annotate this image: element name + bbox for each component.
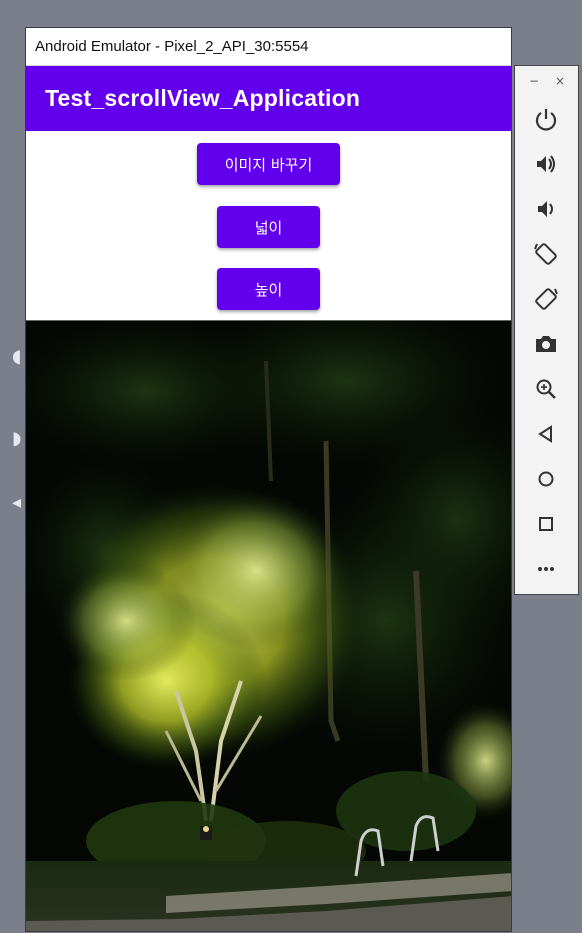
- emulator-toolbar: − ×: [514, 65, 579, 595]
- minimize-button[interactable]: −: [529, 74, 539, 88]
- volume-up-icon[interactable]: [531, 149, 561, 179]
- volume-down-icon[interactable]: [531, 194, 561, 224]
- back-icon[interactable]: [531, 419, 561, 449]
- overview-icon[interactable]: [531, 509, 561, 539]
- camera-icon[interactable]: [531, 329, 561, 359]
- window-title: Android Emulator - Pixel_2_API_30:5554: [35, 38, 309, 55]
- height-button[interactable]: 높이: [217, 268, 320, 310]
- garden-photo[interactable]: [26, 320, 511, 931]
- home-icon[interactable]: [531, 464, 561, 494]
- power-icon[interactable]: [531, 104, 561, 134]
- zoom-icon[interactable]: [531, 374, 561, 404]
- photo-icon: [26, 321, 511, 931]
- emulator-window: Android Emulator - Pixel_2_API_30:5554 T…: [25, 27, 512, 932]
- rotate-right-icon[interactable]: [531, 284, 561, 314]
- more-icon[interactable]: [531, 554, 561, 584]
- app-title: Test_scrollView_Application: [45, 85, 361, 111]
- close-button[interactable]: ×: [555, 74, 565, 88]
- button-panel: 이미지 바꾸기 넓이 높이: [26, 131, 511, 320]
- change-image-button[interactable]: 이미지 바꾸기: [197, 143, 340, 185]
- window-title-bar[interactable]: Android Emulator - Pixel_2_API_30:5554: [26, 28, 511, 66]
- rotate-left-icon[interactable]: [531, 239, 561, 269]
- app-bar: Test_scrollView_Application: [26, 66, 511, 131]
- width-button[interactable]: 넓이: [217, 206, 320, 248]
- desktop-background: ◖ ◗ ◂ Android Emulator - Pixel_2_API_30:…: [0, 0, 582, 933]
